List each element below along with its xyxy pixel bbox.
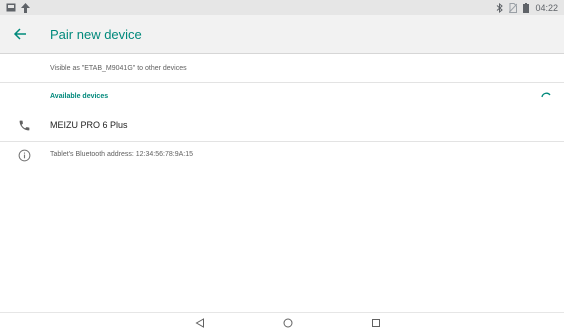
device-name: MEIZU PRO 6 Plus [50, 120, 128, 130]
status-bar-right: 04:22 [496, 2, 558, 13]
upload-notification-icon [21, 2, 30, 13]
clock-time: 04:22 [535, 2, 558, 13]
visibility-text: Visible as "ETAB_M9041G" to other device… [50, 65, 187, 72]
available-devices-header: Available devices [50, 93, 109, 100]
page-title: Pair new device [50, 27, 142, 42]
back-triangle-icon [195, 318, 204, 328]
progress-spinner-icon [541, 92, 551, 98]
info-icon [18, 149, 31, 162]
phone-icon [19, 120, 30, 131]
navigation-bar [0, 312, 564, 333]
nav-back-button[interactable] [193, 316, 207, 330]
nav-recents-button[interactable] [369, 316, 383, 330]
image-notification-icon [6, 2, 16, 13]
arrow-back-icon [13, 28, 26, 40]
nav-home-button[interactable] [281, 316, 295, 330]
divider [0, 82, 564, 83]
no-sim-icon [509, 2, 518, 13]
bluetooth-address-text: Tablet's Bluetooth address: 12:34:56:78:… [50, 151, 193, 158]
recents-square-icon [372, 319, 380, 327]
status-bar: 04:22 [0, 0, 564, 15]
app-bar: Pair new device [0, 15, 564, 54]
device-item[interactable]: MEIZU PRO 6 Plus [0, 110, 564, 140]
divider [0, 141, 564, 142]
back-button[interactable] [10, 24, 30, 44]
bluetooth-icon [496, 2, 504, 13]
battery-icon [523, 2, 530, 13]
status-bar-left [6, 2, 30, 13]
home-circle-icon [283, 318, 293, 328]
